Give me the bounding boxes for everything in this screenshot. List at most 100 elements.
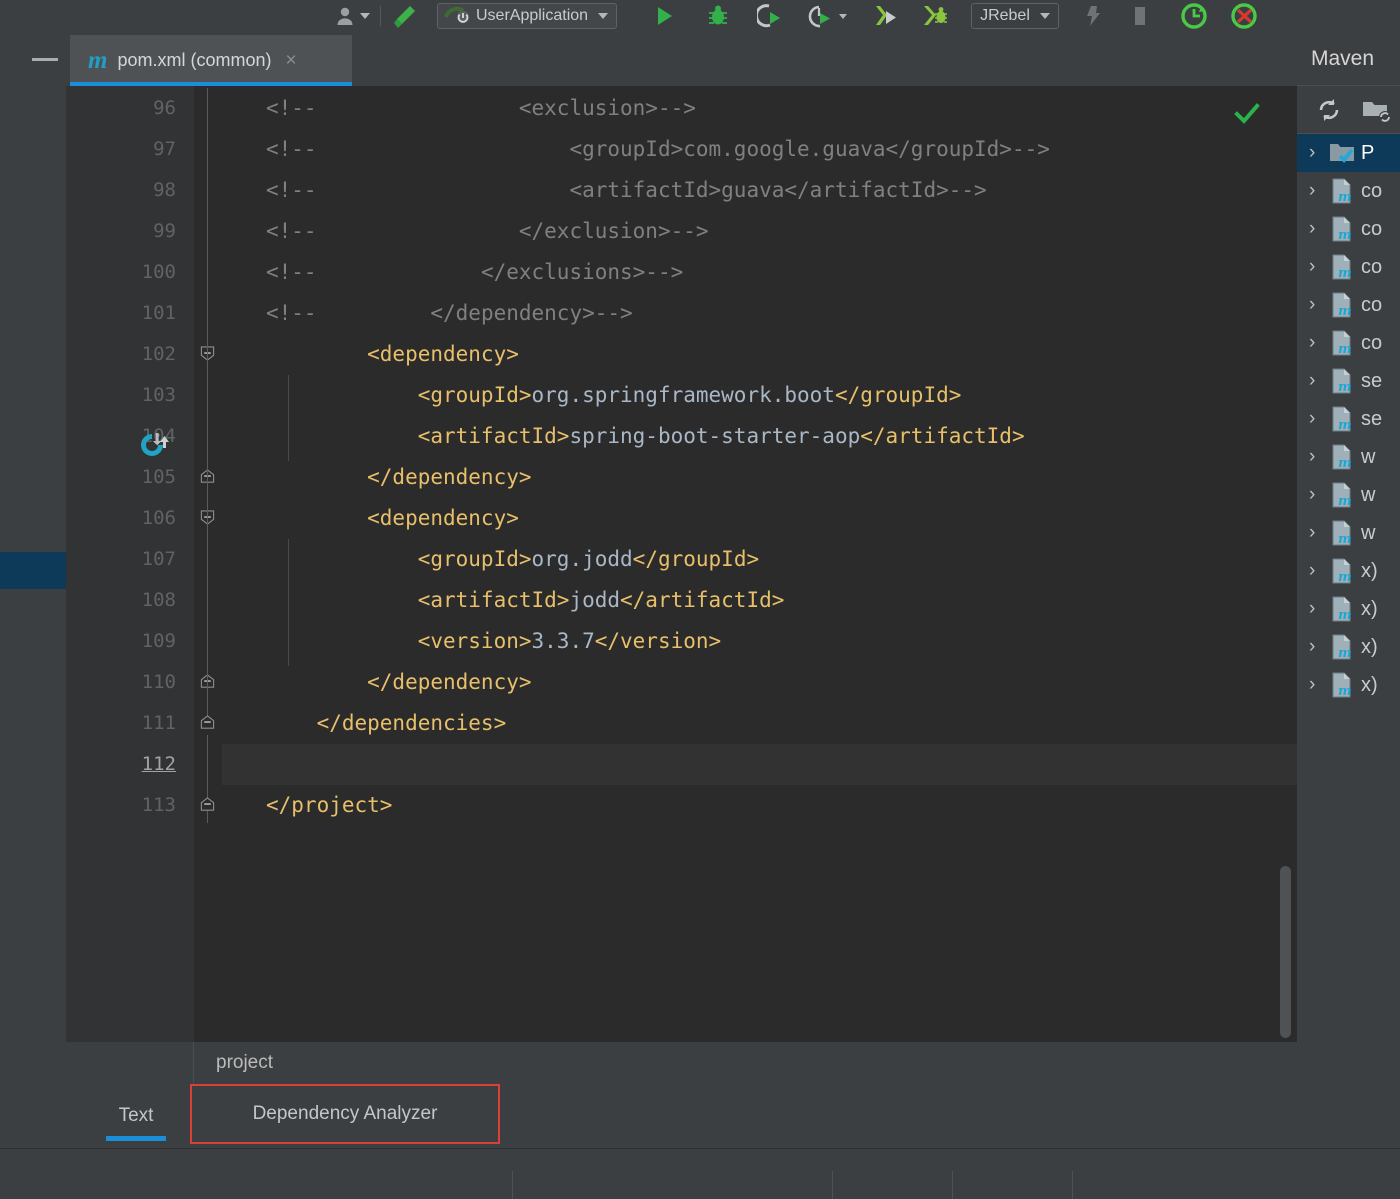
maven-tree-row[interactable]: › m x) <box>1297 552 1400 590</box>
line-number[interactable]: 112 <box>66 744 176 785</box>
maven-tree-row[interactable]: › m w <box>1297 476 1400 514</box>
chevron-right-icon[interactable]: › <box>1309 674 1323 696</box>
run-with-coverage-button[interactable] <box>753 1 789 31</box>
code-line[interactable]: <dependency> <box>222 334 1297 375</box>
line-number[interactable]: 106 <box>66 498 176 539</box>
minimize-icon[interactable] <box>32 57 58 61</box>
line-number[interactable]: 113 <box>66 785 176 826</box>
maven-tree-row[interactable]: › m w <box>1297 514 1400 552</box>
chevron-right-icon[interactable]: › <box>1309 408 1323 430</box>
code-line[interactable]: <dependency> <box>222 498 1297 539</box>
maven-tree-row[interactable]: › m x) <box>1297 666 1400 704</box>
code-line[interactable]: <!-- <artifactId>guava</artifactId>--> <box>222 170 1297 211</box>
jrebel-selector[interactable]: JRebel <box>971 3 1059 29</box>
build-button[interactable] <box>387 1 423 31</box>
line-number[interactable]: 101 <box>66 293 176 334</box>
line-number[interactable]: 108 <box>66 580 176 621</box>
maven-tree-row[interactable]: › m co <box>1297 286 1400 324</box>
code-editor[interactable]: 96 97 98 99 100 101 102 103 104 105 106 107 108 109 11… <box>66 86 1297 1042</box>
chevron-right-icon[interactable]: › <box>1309 636 1323 658</box>
editor-vertical-scrollbar[interactable] <box>1280 866 1291 1038</box>
maven-tree-row[interactable]: › P <box>1297 134 1400 172</box>
code-line[interactable]: </project> <box>222 785 1297 826</box>
line-number[interactable]: 98 <box>66 170 176 211</box>
code-line[interactable]: </dependencies> <box>222 703 1297 744</box>
line-number[interactable]: 105 <box>66 457 176 498</box>
maven-project-tree[interactable]: › P › m co › m co › m co › m co › m co › m se › m se › m w › m w › m w ›… <box>1297 134 1400 704</box>
run-button[interactable] <box>647 1 681 31</box>
breadcrumb-bar: project <box>66 1042 1297 1084</box>
tab-text[interactable]: Text <box>88 1084 184 1148</box>
code-text-area[interactable]: <!-- <exclusion>--> <!-- <groupId>com.goo… <box>222 86 1297 1042</box>
debug-button[interactable] <box>701 1 735 31</box>
code-line[interactable]: <!-- </exclusion>--> <box>222 211 1297 252</box>
code-line[interactable]: <artifactId>jodd</artifactId> <box>222 580 1297 621</box>
chevron-right-icon[interactable]: › <box>1309 484 1323 506</box>
chevron-right-icon[interactable]: › <box>1309 294 1323 316</box>
code-line[interactable] <box>222 744 1297 785</box>
editor-tab-pom-xml[interactable]: m pom.xml (common) × <box>70 35 352 86</box>
chevron-right-icon[interactable]: › <box>1309 522 1323 544</box>
chevron-right-icon[interactable]: › <box>1309 180 1323 202</box>
chevron-right-icon[interactable]: › <box>1309 218 1323 240</box>
line-number[interactable]: 111 <box>66 703 176 744</box>
maven-tool-window[interactable]: Maven › P › m co › m co › m co › m co › m co › m se › m se › m w ›… <box>1297 32 1400 1084</box>
code-line[interactable]: <!-- <exclusion>--> <box>222 88 1297 129</box>
profile-selector[interactable] <box>330 1 374 31</box>
jrebel-stop-button[interactable] <box>1123 1 1157 31</box>
line-number[interactable]: 102 <box>66 334 176 375</box>
maven-reload-project-icon[interactable] <box>136 429 170 463</box>
tab-dependency-analyzer[interactable]: Dependency Analyzer <box>190 1084 500 1144</box>
code-folding-column[interactable] <box>194 86 222 1042</box>
inspection-ok-check-icon[interactable] <box>1233 100 1261 128</box>
code-line[interactable]: <groupId>org.jodd</groupId> <box>222 539 1297 580</box>
line-number[interactable]: 99 <box>66 211 176 252</box>
maven-tree-row[interactable]: › m co <box>1297 210 1400 248</box>
fold-collapse-icon[interactable] <box>200 797 215 812</box>
maven-tree-row[interactable]: › m x) <box>1297 628 1400 666</box>
chevron-right-icon[interactable]: › <box>1309 332 1323 354</box>
attach-process-button[interactable] <box>867 1 903 31</box>
line-number[interactable]: 103 <box>66 375 176 416</box>
chevron-right-icon[interactable]: › <box>1309 256 1323 278</box>
maven-tree-row[interactable]: › m co <box>1297 324 1400 362</box>
breadcrumb-path[interactable]: project <box>194 1052 273 1074</box>
maven-tree-row[interactable]: › m w <box>1297 438 1400 476</box>
maven-tree-row[interactable]: › m se <box>1297 400 1400 438</box>
maven-tree-row[interactable]: › m co <box>1297 172 1400 210</box>
debug-attach-button[interactable] <box>917 1 953 31</box>
fold-collapse-icon[interactable] <box>200 715 215 730</box>
code-line[interactable]: <artifactId>spring-boot-starter-aop</art… <box>222 416 1297 457</box>
editor-gutter[interactable]: 96 97 98 99 100 101 102 103 104 105 106 107 108 109 11… <box>66 86 194 1042</box>
close-icon[interactable]: × <box>285 50 296 72</box>
chevron-right-icon[interactable]: › <box>1309 446 1323 468</box>
code-token: <groupId> <box>266 383 532 407</box>
code-line[interactable]: <!-- <groupId>com.google.guava</groupId>… <box>222 129 1297 170</box>
run-configuration-selector[interactable]: UserApplication <box>437 3 618 29</box>
code-line[interactable]: <!-- </exclusions>--> <box>222 252 1297 293</box>
reload-disabled-button[interactable] <box>1225 1 1263 31</box>
chevron-right-icon[interactable]: › <box>1309 142 1323 164</box>
profile-run-button[interactable] <box>803 1 851 31</box>
code-line[interactable]: <!-- </dependency>--> <box>222 293 1297 334</box>
line-number[interactable]: 96 <box>66 88 176 129</box>
chevron-right-icon[interactable]: › <box>1309 598 1323 620</box>
code-line[interactable]: <groupId>org.springframework.boot</group… <box>222 375 1297 416</box>
reload-all-maven-projects-icon[interactable] <box>1315 96 1343 124</box>
line-number[interactable]: 110 <box>66 662 176 703</box>
maven-tree-row[interactable]: › m x) <box>1297 590 1400 628</box>
jrebel-run-button[interactable] <box>1077 1 1111 31</box>
reload-classes-button[interactable] <box>1175 1 1213 31</box>
chevron-right-icon[interactable]: › <box>1309 560 1323 582</box>
line-number[interactable]: 100 <box>66 252 176 293</box>
chevron-right-icon[interactable]: › <box>1309 370 1323 392</box>
code-line[interactable]: <version>3.3.7</version> <box>222 621 1297 662</box>
code-line[interactable]: </dependency> <box>222 457 1297 498</box>
line-number[interactable]: 109 <box>66 621 176 662</box>
maven-tree-row[interactable]: › m se <box>1297 362 1400 400</box>
line-number[interactable]: 107 <box>66 539 176 580</box>
maven-tree-row[interactable]: › m co <box>1297 248 1400 286</box>
line-number[interactable]: 97 <box>66 129 176 170</box>
code-line[interactable]: </dependency> <box>222 662 1297 703</box>
add-maven-project-icon[interactable] <box>1361 96 1391 124</box>
